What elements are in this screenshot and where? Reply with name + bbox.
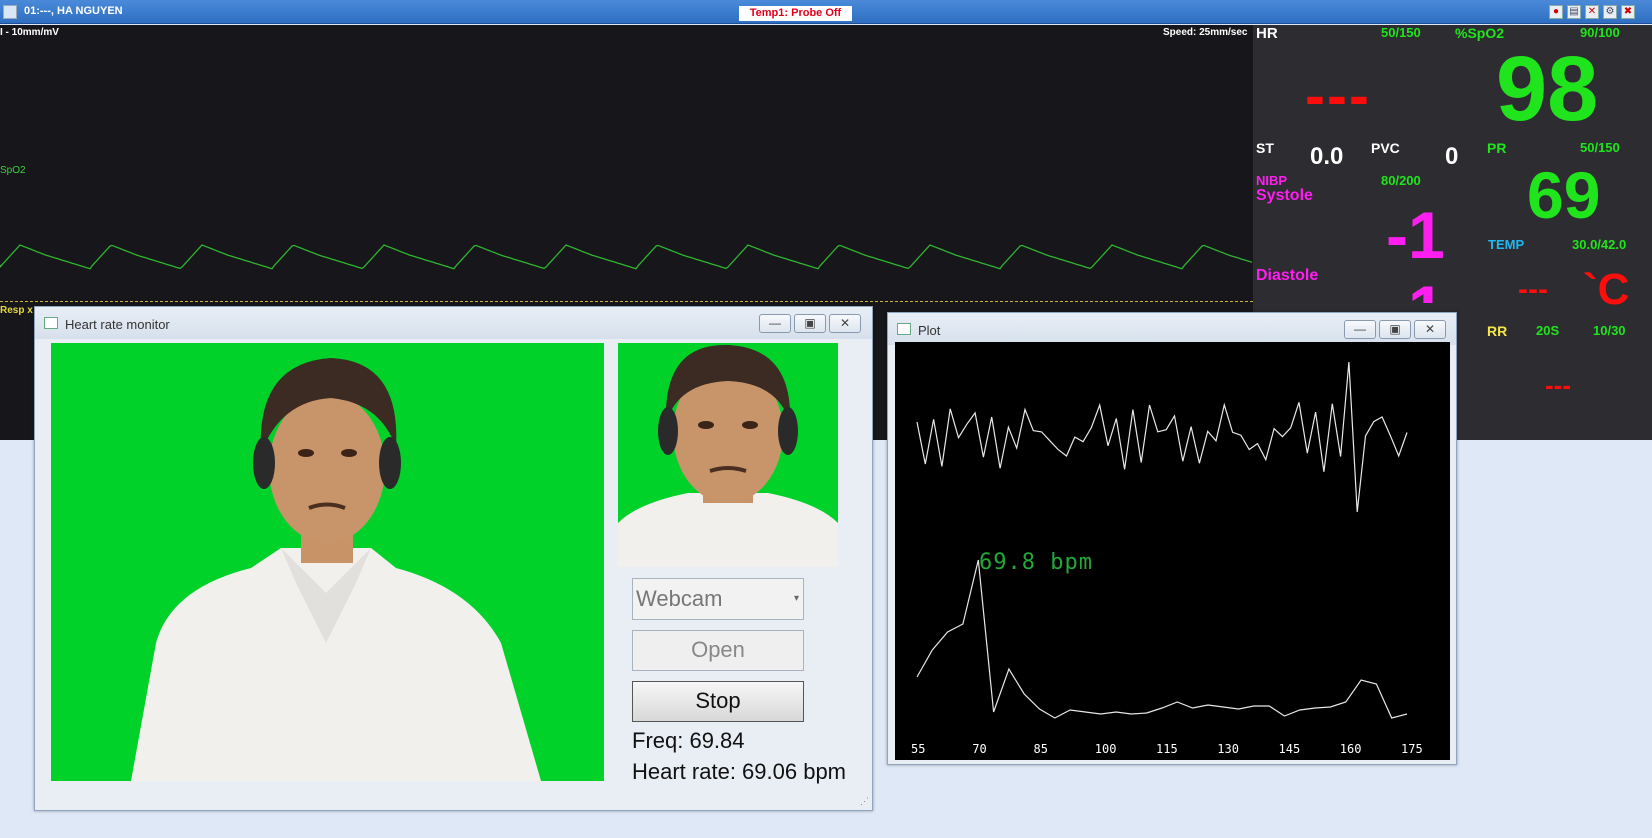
signal-trace [916,361,1408,513]
maximize-icon: ▣ [1389,322,1401,336]
heart-rate-readout: Heart rate: 69.06 bpm [632,759,847,784]
window-title: Heart rate monitor [65,317,170,332]
pr-limits: 50/150 [1580,140,1620,155]
record-icon[interactable]: ● [1549,5,1563,19]
maximize-button[interactable]: ▣ [794,314,826,333]
print-icon[interactable]: ▤ [1567,5,1581,19]
plot-maximize-button[interactable]: ▣ [1379,320,1411,339]
x-tick-label: 100 [1094,742,1117,756]
plot-window-title: Plot [918,323,941,338]
systole-value: -1 [1386,198,1445,272]
x-tick-label: 70 [972,742,987,756]
rr-value: --- [1545,370,1571,400]
nibp-label: NIBP [1256,173,1288,188]
plot-window-icon [897,323,911,335]
close-icon: ✕ [839,316,851,330]
x-tick-label: 160 [1339,742,1362,756]
pleth-waveform [0,244,1253,270]
resize-grip-icon[interactable]: ⋰ [860,796,869,807]
hr-limits: 50/150 [1381,25,1421,40]
source-select[interactable]: Webcam ▾ [632,578,804,620]
monitor-title-bar: 01:---, HA NGUYEN Temp1: Probe Off ● ▤ ✕… [0,0,1652,24]
minimize-icon: — [1354,322,1366,336]
sweep-speed-label: Speed: 25mm/sec [1163,27,1248,38]
temp-unit: `C [1583,265,1630,314]
st-label: ST [1256,140,1274,156]
nibp-limits: 80/200 [1381,173,1421,188]
pvc-value: 0 [1445,143,1459,170]
systole-label: Systole [1256,187,1313,204]
ecg-scale-label: I - 10mm/mV [0,27,59,38]
open-button[interactable]: Open [632,630,804,671]
stop-button[interactable]: Stop [632,681,804,722]
face-crop-view [618,343,838,567]
heart-rate-monitor-window[interactable]: Heart rate monitor — ▣ ✕ Webcam ▾ Open S… [34,306,873,811]
x-tick-label: 115 [1156,742,1178,756]
temp-value: --- [1518,273,1548,306]
plot-close-button[interactable]: ✕ [1414,320,1446,339]
webcam-view [51,343,604,781]
app-icon [3,5,17,19]
diastole-value: -1 [1386,283,1445,303]
spo2-wave-label: SpO2 [0,165,26,176]
resp-baseline [0,301,1253,302]
maximize-icon: ▣ [804,316,816,330]
plot-title-bar[interactable]: Plot — ▣ ✕ [888,313,1456,345]
plot-window[interactable]: Plot — ▣ ✕ 69.8 bpm 55 70 85 100 115 130 145 16… [887,312,1457,765]
chevron-down-icon: ▾ [793,593,799,604]
minimize-icon: — [769,316,781,330]
close-button[interactable]: ✕ [829,314,861,333]
pvc-label: PVC [1371,140,1400,156]
diastole-value-clip: -1 [1386,283,1446,303]
plot-canvas: 69.8 bpm 55 70 85 100 115 130 145 160 175 [895,342,1450,760]
settings-icon[interactable]: ⚙ [1603,5,1617,19]
x-tick-label: 85 [1033,742,1048,756]
x-tick-label: 145 [1278,742,1301,756]
person-image [131,358,541,781]
temp-label: TEMP [1488,237,1525,252]
desktop: 01:---, HA NGUYEN Temp1: Probe Off ● ▤ ✕… [0,0,1652,838]
temp-limits: 30.0/42.0 [1572,237,1627,252]
bpm-annotation: 69.8 bpm [979,550,1093,575]
pr-value: 69 [1527,158,1601,232]
x-tick-label: 130 [1217,742,1239,756]
spo2-value: 98 [1496,38,1599,140]
rr-mode: 20S [1536,323,1560,338]
minimize-button[interactable]: — [759,314,791,333]
source-select-value: Webcam [636,586,723,611]
pr-label: PR [1487,140,1507,156]
x-tick-label: 55 [911,742,926,756]
rr-limits: 10/30 [1593,323,1626,338]
diastole-label: Diastole [1256,267,1319,284]
close-icon: ✕ [1424,322,1436,336]
alarm-silence-icon[interactable]: ✕ [1585,5,1599,19]
frequency-readout: Freq: 69.84 [632,728,745,753]
rr-label: RR [1487,323,1508,339]
hr-value: --- [1305,62,1371,129]
x-tick-label: 175 [1401,742,1423,756]
patient-title: 01:---, HA NGUYEN [24,5,123,17]
st-value: 0.0 [1310,143,1344,170]
window-icon [44,317,58,329]
close-app-icon[interactable]: ✖ [1621,5,1635,19]
alarm-banner: Temp1: Probe Off [739,6,852,21]
window-title-bar[interactable]: Heart rate monitor — ▣ ✕ [35,307,872,339]
hr-label: HR [1256,25,1278,42]
spectrum-trace [916,559,1408,719]
plot-minimize-button[interactable]: — [1344,320,1376,339]
face-crop-image [618,344,838,567]
